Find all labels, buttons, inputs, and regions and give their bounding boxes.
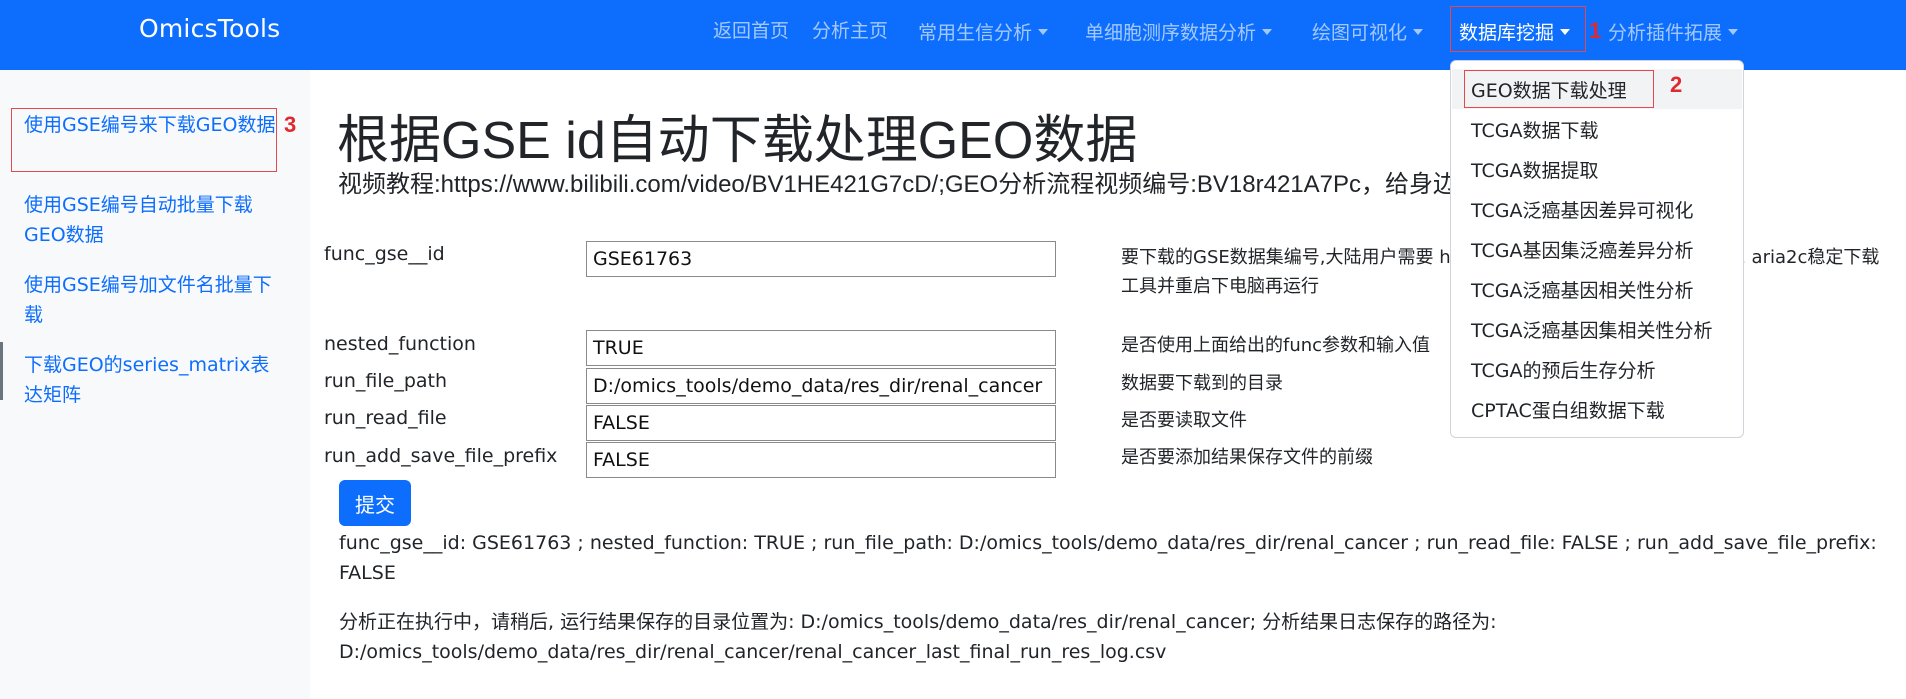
database-mining-dropdown: GEO数据下载处理 TCGA数据下载 TCGA数据提取 TCGA泛癌基因差异可视… [1450, 60, 1744, 438]
dropdown-item-tcga-pancancer-diff-vis[interactable]: TCGA泛癌基因差异可视化 [1471, 196, 1693, 223]
nav-single-cell[interactable]: 单细胞测序数据分析 [1085, 18, 1273, 45]
param-label: run_file_path [324, 370, 448, 392]
dropdown-item-tcga-survival[interactable]: TCGA的预后生存分析 [1471, 356, 1655, 383]
run-read-file-input[interactable]: FALSE [586, 405, 1056, 441]
sidebar-item-batch-download-filename[interactable]: 使用GSE编号加文件名批量下载 [24, 270, 284, 330]
nav-common-bioinfo-label: 常用生信分析 [918, 22, 1033, 44]
dropdown-item-cptac-download[interactable]: CPTAC蛋白组数据下载 [1471, 396, 1665, 423]
nav-common-bioinfo[interactable]: 常用生信分析 [918, 18, 1049, 45]
chevron-down-icon [1728, 28, 1739, 35]
param-label: nested_function [324, 333, 476, 355]
sidebar-item-batch-download-geo[interactable]: 使用GSE编号自动批量下载GEO数据 [24, 190, 284, 250]
step-marker-1: 1 [1589, 18, 1602, 43]
dropdown-item-tcga-extract[interactable]: TCGA数据提取 [1471, 156, 1598, 183]
chevron-down-icon [1038, 28, 1049, 35]
func-gse-id-input[interactable]: GSE61763 [586, 241, 1056, 277]
nav-plot-visualization-label: 绘图可视化 [1312, 22, 1408, 44]
sidebar-scroll-marker [0, 342, 3, 400]
dropdown-item-tcga-pancancer-correlation[interactable]: TCGA泛癌基因相关性分析 [1471, 276, 1693, 303]
dropdown-item-tcga-geneset-correlation[interactable]: TCGA泛癌基因集相关性分析 [1471, 316, 1712, 343]
status-message: 分析正在执行中，请稍后, 运行结果保存的目录位置为: D:/omics_tool… [339, 611, 1497, 663]
page-title: 根据GSE id自动下载处理GEO数据 [337, 112, 1138, 170]
nav-home[interactable]: 返回首页 [713, 16, 789, 43]
chevron-down-icon [1262, 28, 1273, 35]
step-marker-3: 3 [284, 112, 297, 137]
param-label: run_read_file [324, 407, 447, 429]
sidebar-item-download-series-matrix[interactable]: 下载GEO的series_matrix表达矩阵 [24, 350, 284, 410]
nav-analysis-home[interactable]: 分析主页 [812, 16, 888, 43]
step-marker-2: 2 [1670, 72, 1683, 97]
params-summary: func_gse__id: GSE61763 ; nested_function… [339, 532, 1877, 584]
nav-single-cell-label: 单细胞测序数据分析 [1085, 22, 1257, 44]
brand-logo[interactable]: OmicsTools [139, 14, 280, 43]
param-description: 是否要添加结果保存文件的前缀 [1121, 447, 1373, 468]
dropdown-item-tcga-download[interactable]: TCGA数据下载 [1471, 116, 1598, 143]
param-label: func_gse__id [324, 243, 445, 265]
chevron-down-icon [1413, 28, 1424, 35]
run-file-path-input[interactable]: D:/omics_tools/demo_data/res_dir/renal_c… [586, 368, 1056, 404]
param-label: run_add_save_file_prefix [324, 445, 558, 467]
nested-function-input[interactable]: TRUE [586, 330, 1056, 366]
nav-plugin-extension[interactable]: 分析插件拓展 [1608, 18, 1739, 45]
highlight-box-nav [1450, 6, 1586, 52]
run-add-save-file-prefix-input[interactable]: FALSE [586, 442, 1056, 478]
nav-plot-visualization[interactable]: 绘图可视化 [1312, 18, 1424, 45]
highlight-box-sidebar [11, 108, 277, 172]
dropdown-item-tcga-geneset-pancancer-diff[interactable]: TCGA基因集泛癌差异分析 [1471, 236, 1693, 263]
highlight-box-dropdown [1464, 70, 1654, 108]
nav-plugin-extension-label: 分析插件拓展 [1608, 22, 1723, 44]
submit-button[interactable]: 提交 [339, 480, 411, 526]
